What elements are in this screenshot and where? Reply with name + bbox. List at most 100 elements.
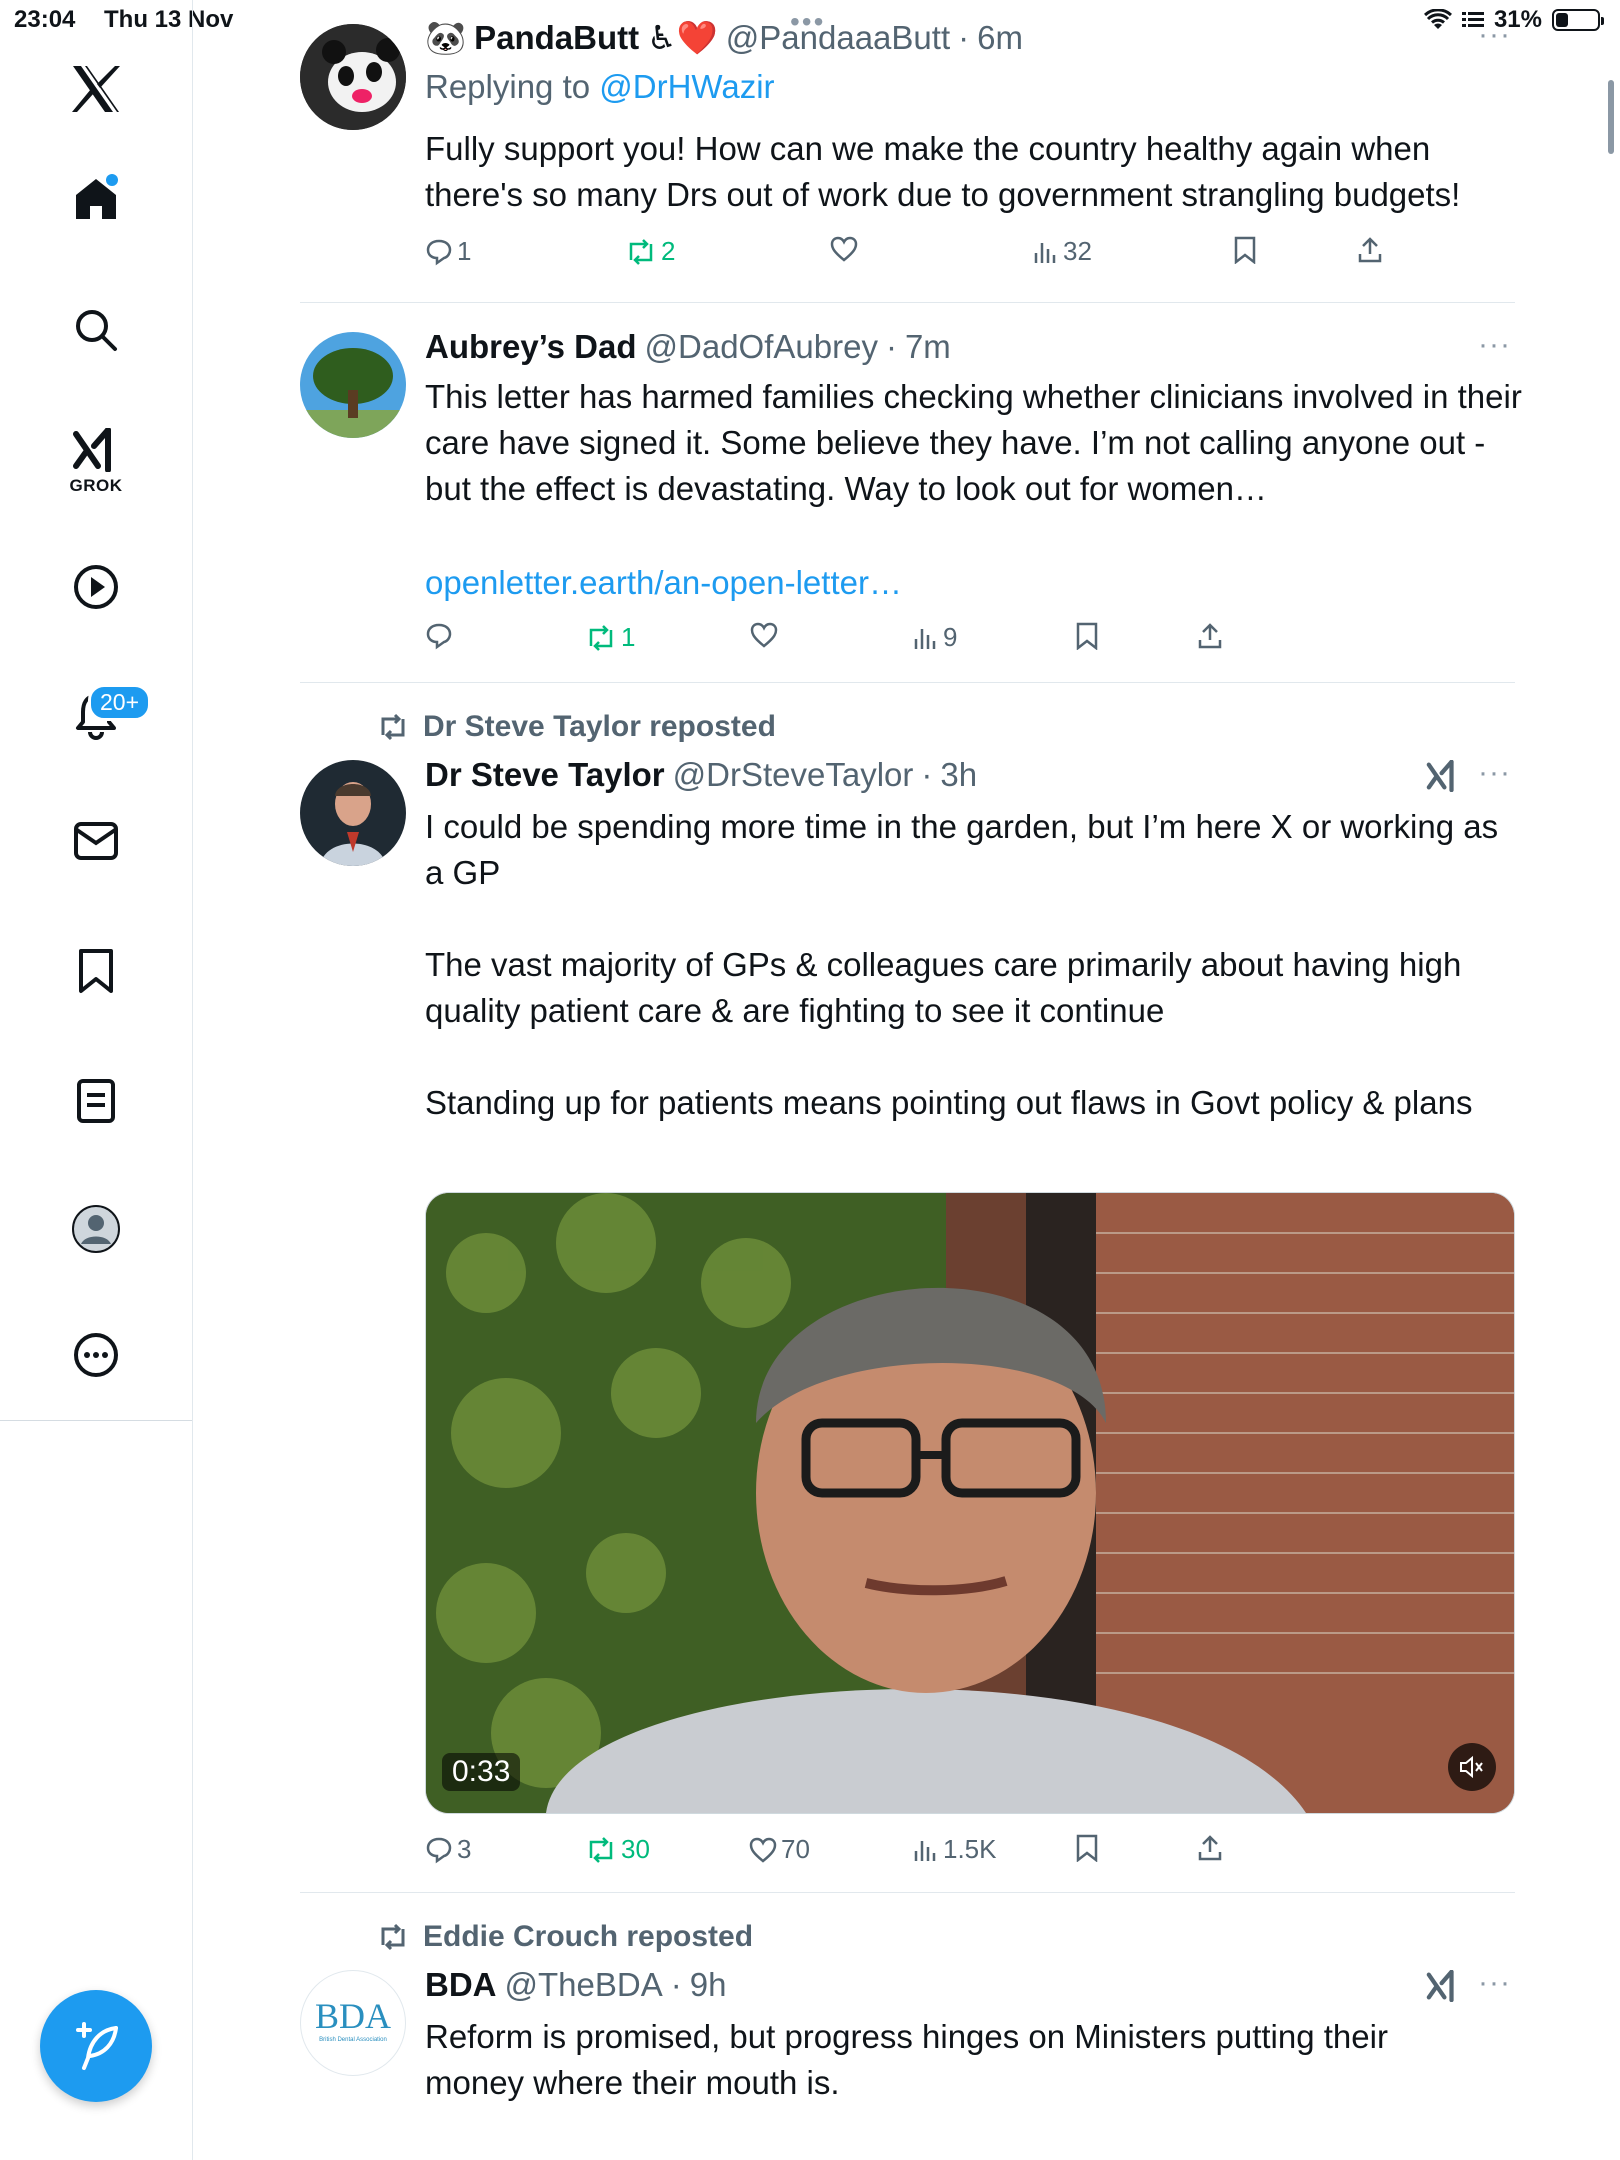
reply-button[interactable]: 3 <box>425 1834 471 1865</box>
bookmark-button[interactable] <box>1075 622 1099 650</box>
more-options-icon[interactable]: ··· <box>1478 756 1511 790</box>
tweet-divider <box>300 682 1515 683</box>
video-duration: 0:33 <box>442 1753 521 1791</box>
reply-button[interactable]: 1 <box>425 236 471 267</box>
bookmark-icon <box>79 949 113 993</box>
author-name[interactable]: Dr Steve Taylor <box>425 756 665 794</box>
reply-icon <box>426 239 452 265</box>
views-button[interactable]: 32 <box>1033 236 1092 267</box>
notifications-badge: 20+ <box>88 684 152 721</box>
tweet-text-paragraph-2: The vast majority of GPs & colleagues ca… <box>425 946 1462 1029</box>
battery-icon <box>1552 9 1604 31</box>
author-name[interactable]: Aubrey’s Dad <box>425 328 637 366</box>
grok-explain-icon[interactable] <box>1426 1969 1460 2007</box>
video-player[interactable]: 0:33 <box>425 1192 1515 1814</box>
separator-dot: · <box>885 328 897 365</box>
tweet-actions: 1 2 32 <box>425 236 1425 276</box>
repost-small-icon <box>381 713 405 741</box>
bookmark-icon <box>1076 1834 1098 1862</box>
tweet-text: This letter has harmed families checking… <box>425 378 1522 507</box>
reposted-by-text[interactable]: Eddie Crouch reposted <box>423 1920 753 1954</box>
author-handle[interactable]: @PandaaaButt <box>726 19 950 57</box>
nav-grok[interactable] <box>0 428 192 472</box>
avatar[interactable]: BDA British Dental Association <box>300 1970 406 2076</box>
scrollbar[interactable] <box>1608 80 1614 154</box>
avatar[interactable] <box>300 332 406 438</box>
tweet-header: 🐼 PandaButt ♿❤️ @PandaaaButt · 6m <box>425 18 1023 58</box>
tweet-time[interactable]: 6m <box>977 19 1023 57</box>
nav-home[interactable] <box>0 176 192 222</box>
reply-button[interactable] <box>425 622 457 650</box>
tweet-actions: 1 9 <box>425 622 1425 662</box>
replying-to-handle[interactable]: @DrHWazir <box>599 68 774 105</box>
repost-count: 1 <box>621 622 636 652</box>
repost-icon <box>589 624 613 651</box>
video-frame <box>426 1193 1514 1813</box>
heart-icon <box>750 622 778 648</box>
avatar[interactable] <box>300 24 406 130</box>
reposted-by: Eddie Crouch reposted <box>377 1920 753 1954</box>
nav-explore[interactable] <box>0 308 192 352</box>
more-options-icon[interactable]: ··· <box>1478 1966 1511 2000</box>
tweet-text-paragraph-1: I could be spending more time in the gar… <box>425 808 1499 891</box>
author-name[interactable]: PandaButt <box>474 19 639 57</box>
nav-profile[interactable] <box>0 1204 192 1254</box>
sidebar: GROK 20+ <box>0 0 193 2160</box>
tweet-link[interactable]: openletter.earth/an-open-letter… <box>425 560 1525 606</box>
nav-more[interactable] <box>0 1332 192 1378</box>
play-icon <box>74 565 118 609</box>
compose-button[interactable] <box>40 1990 152 2102</box>
share-button[interactable] <box>1197 622 1223 650</box>
share-button[interactable] <box>1357 236 1383 264</box>
repost-button[interactable]: 30 <box>585 1834 650 1865</box>
views-button[interactable]: 9 <box>913 622 957 653</box>
bookmark-button[interactable] <box>1075 1834 1099 1862</box>
compose-feather-icon <box>76 2022 118 2070</box>
panda-avatar-icon <box>300 24 406 130</box>
tree-avatar-icon <box>300 332 406 438</box>
reply-icon <box>426 623 452 650</box>
like-button[interactable] <box>750 622 782 648</box>
views-chart-icon <box>914 1840 936 1861</box>
tweet-header: Dr Steve Taylor @DrSteveTaylor · 3h <box>425 756 977 794</box>
repost-button[interactable]: 2 <box>625 236 675 267</box>
heart-icon <box>749 1837 777 1863</box>
more-options-icon[interactable]: ··· <box>1478 18 1511 52</box>
share-icon <box>1198 623 1222 649</box>
like-button[interactable]: 70 <box>749 1834 810 1865</box>
x-logo[interactable] <box>0 66 192 112</box>
grok-explain-icon[interactable] <box>1426 759 1460 797</box>
separator-dot: · <box>958 19 970 56</box>
reposted-by-text[interactable]: Dr Steve Taylor reposted <box>423 710 776 744</box>
separator-dot: · <box>670 1966 682 2003</box>
tweet-divider <box>300 1892 1515 1893</box>
more-circle-icon <box>74 1333 118 1377</box>
views-button[interactable]: 1.5K <box>913 1834 997 1865</box>
author-handle[interactable]: @DrSteveTaylor <box>673 756 914 794</box>
home-unread-dot <box>106 174 118 186</box>
author-handle[interactable]: @TheBDA <box>505 1966 663 2004</box>
nav-messages[interactable] <box>0 822 192 860</box>
repost-button[interactable]: 1 <box>585 622 635 653</box>
replying-to: Replying to @DrHWazir <box>425 68 775 106</box>
tweet-time[interactable]: 9h <box>690 1966 727 2004</box>
reply-count: 1 <box>457 236 472 266</box>
author-handle[interactable]: @DadOfAubrey <box>645 328 878 366</box>
nav-lists[interactable] <box>0 1078 192 1124</box>
share-button[interactable] <box>1197 1834 1223 1862</box>
views-count: 9 <box>943 622 958 652</box>
bookmark-button[interactable] <box>1233 236 1257 264</box>
more-options-icon[interactable]: ··· <box>1478 328 1511 362</box>
nav-video[interactable] <box>0 564 192 610</box>
tweet-actions: 3 30 70 1.5K <box>425 1834 1425 1874</box>
profile-avatar-icon <box>72 1205 120 1253</box>
nav-bookmarks[interactable] <box>0 948 192 994</box>
search-icon <box>76 310 117 351</box>
author-name[interactable]: BDA <box>425 1966 497 2004</box>
like-button[interactable] <box>830 236 862 262</box>
mute-button[interactable] <box>1448 1743 1496 1791</box>
tweet-text: Fully support you! How can we make the c… <box>425 130 1461 213</box>
tweet-time[interactable]: 3h <box>940 756 977 794</box>
avatar[interactable] <box>300 760 406 866</box>
tweet-time[interactable]: 7m <box>905 328 951 366</box>
